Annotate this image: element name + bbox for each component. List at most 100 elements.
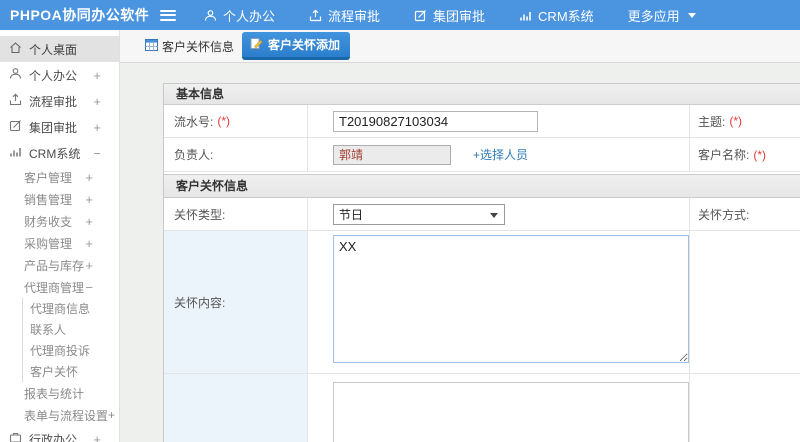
- expand-icon[interactable]: +: [93, 94, 101, 109]
- hamburger-icon[interactable]: [160, 9, 176, 21]
- sidebar: 个人桌面 个人办公 + 流程审批 + 集团审批 + CRM系统 − 客户管理 +…: [0, 30, 120, 442]
- sidebar-item-label: 采购管理: [24, 236, 73, 251]
- sidebar-item-label: 集团审批: [29, 120, 78, 135]
- field-label: 流水号:: [174, 114, 214, 129]
- tab-bar: 客户关怀信息 客户关怀添加: [120, 30, 800, 63]
- sidebar-item-agent-info[interactable]: 代理商信息: [0, 298, 119, 319]
- topbar-menu-crm[interactable]: CRM系统: [519, 6, 594, 25]
- sidebar-item-desktop[interactable]: 个人桌面: [0, 36, 119, 62]
- sidebar-item-label: 代理商信息: [30, 302, 91, 316]
- owner-input[interactable]: [333, 144, 451, 165]
- sidebar-item-label: 流程审批: [29, 94, 78, 109]
- expand-icon[interactable]: +: [93, 432, 101, 442]
- select-arrow-icon: [490, 212, 498, 218]
- topbar-menu-label: 流程审批: [328, 8, 381, 24]
- serial-field-cell: [308, 105, 690, 137]
- expand-icon[interactable]: +: [108, 408, 115, 422]
- sidebar-item-product-inventory[interactable]: 产品与库存 +: [0, 254, 119, 276]
- owner-label-cell: 负责人:: [164, 138, 308, 171]
- required-marker: (*): [753, 147, 767, 162]
- topbar-menu-label: 个人办公: [223, 8, 276, 24]
- sidebar-item-label: 客户管理: [24, 170, 73, 185]
- sidebar-item-finance[interactable]: 财务收支 +: [0, 210, 119, 232]
- select-person-link[interactable]: +选择人员: [473, 146, 528, 163]
- extra-content-textarea[interactable]: [333, 382, 689, 442]
- empty-cell: [690, 231, 800, 373]
- form-row-care-type: 关怀类型: 节日 关怀方式:: [164, 198, 800, 231]
- sidebar-item-admin-office[interactable]: 行政办公 +: [0, 426, 119, 442]
- collapse-icon[interactable]: −: [93, 146, 101, 161]
- sidebar-item-sales-mgmt[interactable]: 销售管理 +: [0, 188, 119, 210]
- briefcase-icon: [9, 431, 22, 442]
- care-content-field-cell: XX: [308, 231, 690, 373]
- approve-icon: [414, 9, 427, 22]
- expand-icon[interactable]: +: [85, 236, 93, 251]
- app-window: PHPOA协同办公软件 个人办公 流程审批 集团审批 CRM系统 更多应用 个人…: [0, 0, 800, 442]
- customer-care-form: 基本信息 流水号: (*) 主题: (*) 负责人: +选择人员: [163, 83, 800, 442]
- owner-field-cell: +选择人员: [308, 138, 690, 171]
- sidebar-item-label: 表单与流程设置: [24, 408, 109, 423]
- tab-customer-care-add[interactable]: 客户关怀添加: [242, 32, 351, 60]
- topbar-menu-label: 集团审批: [433, 8, 486, 24]
- required-marker: (*): [217, 114, 231, 128]
- approve-icon: [9, 119, 22, 135]
- selected-option: 节日: [339, 207, 364, 222]
- topbar-menu-flow-approval[interactable]: 流程审批: [309, 6, 380, 25]
- home-icon: [9, 41, 22, 57]
- topbar: PHPOA协同办公软件 个人办公 流程审批 集团审批 CRM系统 更多应用: [0, 0, 800, 30]
- sidebar-item-label: 产品与库存: [24, 258, 85, 273]
- field-label: 负责人:: [174, 148, 214, 162]
- care-content-textarea[interactable]: XX: [333, 235, 689, 363]
- care-method-label-cell: 关怀方式:: [690, 198, 800, 230]
- expand-icon[interactable]: +: [93, 68, 101, 83]
- form-row-care-content: 关怀内容: XX: [164, 231, 800, 374]
- sidebar-item-personal-office[interactable]: 个人办公 +: [0, 62, 119, 88]
- sidebar-item-contacts[interactable]: 联系人: [0, 319, 119, 340]
- care-content-label-cell: 关怀内容:: [164, 231, 308, 373]
- table-icon: [145, 38, 158, 54]
- care-type-select[interactable]: 节日: [333, 203, 505, 225]
- care-type-field-cell: 节日: [308, 198, 690, 230]
- form-row-serial: 流水号: (*) 主题: (*): [164, 105, 800, 138]
- sidebar-item-reports[interactable]: 报表与统计: [0, 382, 119, 404]
- expand-icon[interactable]: +: [85, 258, 93, 273]
- section-header-basic-info: 基本信息: [164, 84, 800, 105]
- form-row-extra-content: [164, 374, 800, 442]
- topbar-menu-personal-office[interactable]: 个人办公: [204, 6, 275, 25]
- sidebar-item-purchase-mgmt[interactable]: 采购管理 +: [0, 232, 119, 254]
- chart-icon: [9, 145, 22, 161]
- serial-label-cell: 流水号: (*): [164, 105, 308, 137]
- required-marker: (*): [729, 114, 743, 128]
- sidebar-item-label: CRM系统: [29, 146, 81, 161]
- app-logo: PHPOA协同办公软件: [10, 7, 150, 23]
- sidebar-item-agent-complaint[interactable]: 代理商投诉: [0, 340, 119, 361]
- field-label: 关怀类型:: [174, 207, 226, 222]
- sidebar-item-crm[interactable]: CRM系统 −: [0, 140, 119, 166]
- sidebar-item-label: 报表与统计: [24, 386, 85, 401]
- topbar-menu-more-apps[interactable]: 更多应用: [628, 6, 696, 25]
- collapse-icon[interactable]: −: [85, 280, 93, 295]
- expand-icon[interactable]: +: [93, 120, 101, 135]
- topic-label-cell: 主题: (*): [690, 105, 800, 137]
- sidebar-item-flow-approval[interactable]: 流程审批 +: [0, 88, 119, 114]
- sidebar-item-customer-care[interactable]: 客户关怀: [0, 361, 119, 382]
- extra-field-cell: [308, 374, 690, 442]
- flow-icon: [9, 93, 22, 109]
- expand-icon[interactable]: +: [85, 170, 93, 185]
- tab-customer-care-info[interactable]: 客户关怀信息: [145, 38, 234, 55]
- sidebar-item-agent-mgmt[interactable]: 代理商管理 −: [0, 276, 119, 298]
- sidebar-item-customer-mgmt[interactable]: 客户管理 +: [0, 166, 119, 188]
- sidebar-item-form-flow-settings[interactable]: 表单与流程设置 +: [0, 404, 119, 426]
- edit-page-icon: [250, 37, 263, 53]
- serial-number-input[interactable]: [333, 110, 538, 132]
- topbar-menu-label: 更多应用: [627, 8, 680, 24]
- field-label: 关怀方式:: [698, 207, 750, 222]
- topbar-menu-group-approval[interactable]: 集团审批: [414, 6, 485, 25]
- topbar-menu-label: CRM系统: [538, 8, 594, 24]
- sidebar-item-label: 行政办公: [29, 432, 78, 442]
- empty-cell: [690, 374, 800, 442]
- sidebar-item-label: 客户关怀: [30, 365, 79, 379]
- sidebar-item-group-approval[interactable]: 集团审批 +: [0, 114, 119, 140]
- expand-icon[interactable]: +: [85, 214, 93, 229]
- expand-icon[interactable]: +: [85, 192, 93, 207]
